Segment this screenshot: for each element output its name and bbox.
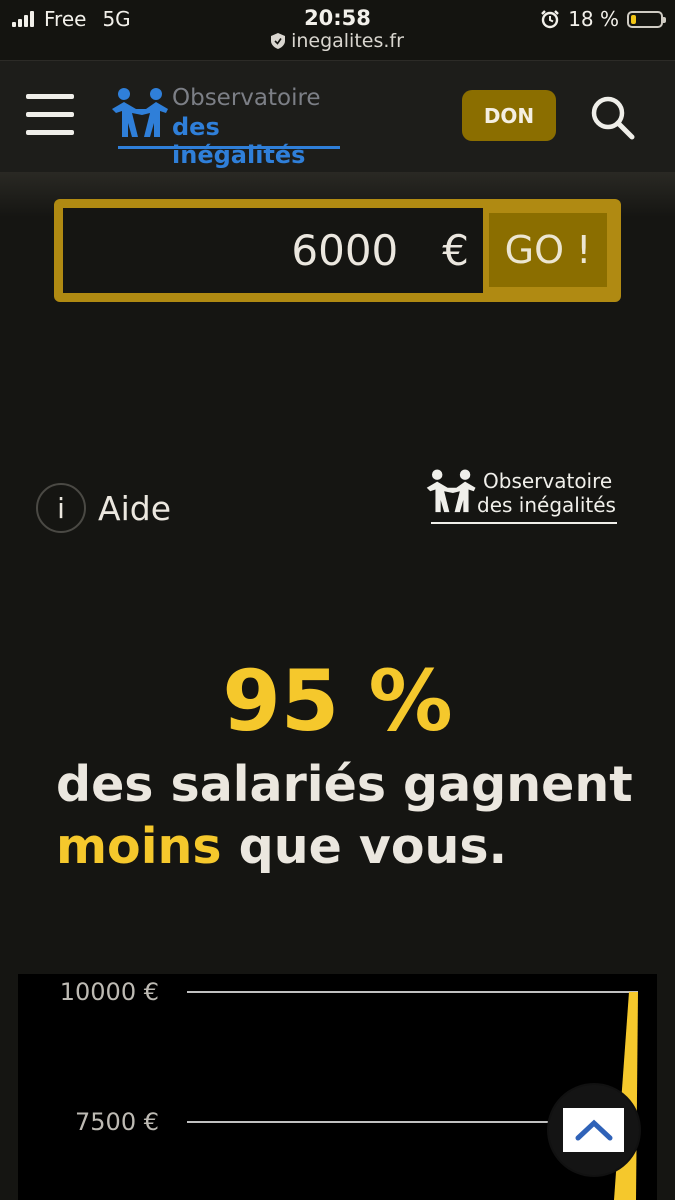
battery-icon [627,10,666,28]
battery-percent: 18 % [568,7,619,31]
salary-value: 6000 [291,226,399,275]
chart-svg: 10000 € 7500 € [60,978,638,1200]
currency-label: € [442,226,469,275]
result-text-line1: des salariés gagnent [56,756,633,813]
result-text-line2: moins que vous. [56,818,507,875]
help-link[interactable]: i Aide [36,483,171,533]
donate-button[interactable]: DON [462,90,556,141]
info-icon: i [36,483,86,533]
go-button[interactable]: GO ! [489,213,607,287]
secondary-logo: Observatoire des inégalités [423,466,623,530]
people-logo-icon [112,88,168,137]
y-tick-label: 7500 € [75,1108,159,1136]
site-header: Observatoire des inégalités DON [0,60,675,173]
secondary-logo-line1: Observatoire [483,469,613,493]
site-logo[interactable]: Observatoire des inégalités [110,83,345,169]
logo-underline [118,146,340,149]
salary-input[interactable]: 6000 € [63,208,483,293]
url-text: inegalites.fr [291,30,404,52]
chevron-up-icon [575,1119,612,1141]
result-highlight: moins [56,818,222,875]
search-icon[interactable] [589,94,635,140]
status-bar: Free 5G 20:58 inegalites.fr 18 % [0,0,675,60]
hamburger-menu-icon[interactable] [26,94,74,136]
status-right: 18 % [540,7,666,31]
secondary-logo-underline [431,522,617,524]
address-bar[interactable]: inegalites.fr [0,30,675,52]
salary-form: 6000 € GO ! [54,199,621,302]
salary-distribution-chart: 10000 € 7500 € [18,974,657,1200]
people-logo-icon [426,469,476,513]
scroll-to-top-button[interactable] [549,1085,639,1175]
logo-line2: des inégalités [172,113,306,169]
help-label: Aide [98,488,171,528]
scroll-to-top-box [563,1108,624,1152]
shield-icon [271,33,286,49]
y-tick-label: 10000 € [60,978,159,1006]
result-percent: 95 % [222,652,453,750]
result-rest: que vous. [238,818,508,875]
logo-text: Observatoire des inégalités [172,83,345,169]
alarm-icon [541,10,560,29]
logo-line1: Observatoire [172,85,321,111]
secondary-logo-line2: des inégalités [477,493,616,517]
